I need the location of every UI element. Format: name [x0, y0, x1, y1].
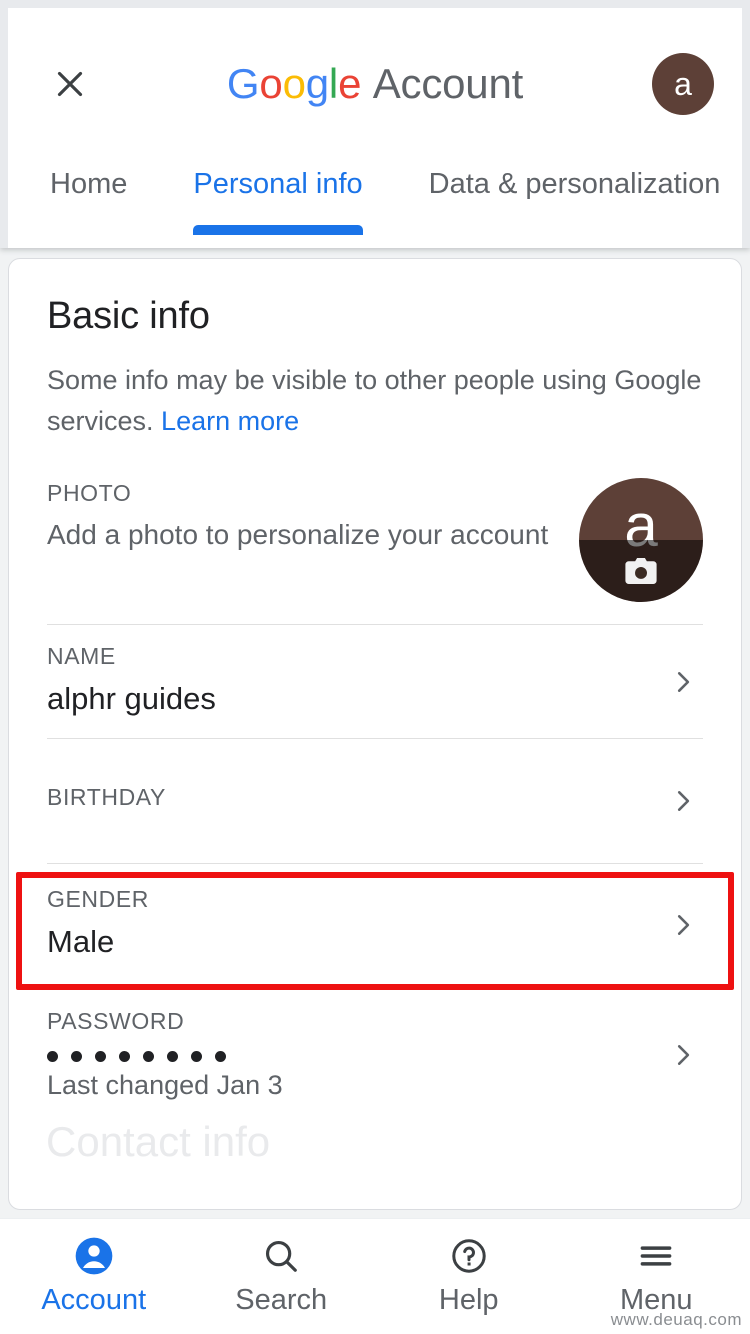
tab-personal-info[interactable]: Personal info — [157, 160, 392, 235]
bottom-navigation-bar: Account Search Help Menu www.deuaq.com — [0, 1218, 750, 1334]
tab-personal-info-label: Personal info — [193, 168, 363, 200]
tab-home-label: Home — [50, 168, 128, 200]
page-title-text: Account — [372, 60, 524, 107]
avatar-letter: a — [674, 65, 692, 102]
row-birthday-main: BIRTHDAY — [47, 784, 645, 819]
title-bar: Google Account a — [8, 8, 742, 160]
chevron-right-icon[interactable] — [663, 1035, 703, 1075]
row-birthday[interactable]: BIRTHDAY — [47, 739, 703, 863]
row-photo[interactable]: PHOTO Add a photo to personalize your ac… — [47, 470, 703, 624]
row-name[interactable]: NAME alphr guides — [47, 625, 703, 738]
nav-item-help-label: Help — [438, 1284, 499, 1316]
row-gender-value: Male — [47, 924, 115, 959]
tab-bar: Home Personal info Data & personalizatio… — [8, 160, 742, 248]
hamburger-menu-icon — [637, 1236, 675, 1276]
row-name-main: NAME alphr guides — [47, 643, 645, 720]
google-account-screen: Google Account a Home Personal info Data… — [0, 0, 750, 1334]
nav-item-account-label: Account — [41, 1284, 147, 1316]
chevron-right-icon[interactable] — [663, 662, 703, 702]
active-tab-indicator — [193, 225, 363, 235]
tab-data-personalization[interactable]: Data & personalization — [393, 160, 750, 201]
nav-item-menu[interactable]: Menu — [563, 1236, 750, 1317]
camera-icon — [625, 558, 657, 584]
card-description: Some info may be visible to other people… — [47, 360, 703, 442]
row-password-main: PASSWORD Last changed Jan 3 — [47, 1008, 645, 1101]
row-name-label: NAME — [47, 643, 116, 669]
row-photo-main: PHOTO Add a photo to personalize your ac… — [47, 478, 563, 555]
help-circle-icon — [450, 1236, 488, 1276]
row-name-value: alphr guides — [47, 681, 216, 716]
close-icon[interactable] — [42, 56, 98, 112]
chevron-right-icon[interactable] — [663, 781, 703, 821]
card-description-text: Some info may be visible to other people… — [47, 365, 702, 436]
nav-item-search[interactable]: Search — [188, 1236, 376, 1317]
profile-photo-avatar[interactable]: a — [579, 478, 703, 602]
row-password-masked-value — [47, 1043, 645, 1064]
nav-item-search-label: Search — [235, 1284, 328, 1316]
app-bar: Google Account a Home Personal info Data… — [0, 0, 750, 248]
nav-item-help[interactable]: Help — [375, 1236, 563, 1317]
content-area: Contact info Basic info Some info may be… — [0, 248, 750, 1218]
row-gender-label: GENDER — [47, 886, 150, 912]
row-password[interactable]: PASSWORD Last changed Jan 3 — [47, 986, 703, 1123]
row-photo-label: PHOTO — [47, 480, 132, 506]
row-password-label: PASSWORD — [47, 1008, 185, 1034]
basic-info-card: Basic info Some info may be visible to o… — [8, 258, 742, 1210]
nav-item-account[interactable]: Account — [0, 1236, 188, 1317]
person-icon — [74, 1236, 114, 1276]
row-birthday-label: BIRTHDAY — [47, 783, 166, 810]
ghost-section-heading: Contact info — [46, 1118, 271, 1165]
row-gender[interactable]: GENDER Male — [47, 864, 703, 985]
chevron-right-icon[interactable] — [663, 905, 703, 945]
tab-data-personalization-label: Data & personalization — [428, 168, 721, 200]
tab-home[interactable]: Home — [50, 160, 157, 201]
avatar[interactable]: a — [652, 53, 714, 115]
row-password-sub: Last changed Jan 3 — [47, 1070, 283, 1100]
page-title: Google Account — [8, 60, 742, 108]
search-icon — [262, 1236, 300, 1276]
card-title: Basic info — [47, 295, 210, 337]
learn-more-link[interactable]: Learn more — [161, 406, 299, 436]
row-gender-main: GENDER Male — [47, 886, 645, 963]
row-photo-value: Add a photo to personalize your account — [47, 519, 549, 550]
site-watermark: www.deuaq.com — [610, 1310, 742, 1329]
google-logo: Google — [226, 60, 362, 107]
